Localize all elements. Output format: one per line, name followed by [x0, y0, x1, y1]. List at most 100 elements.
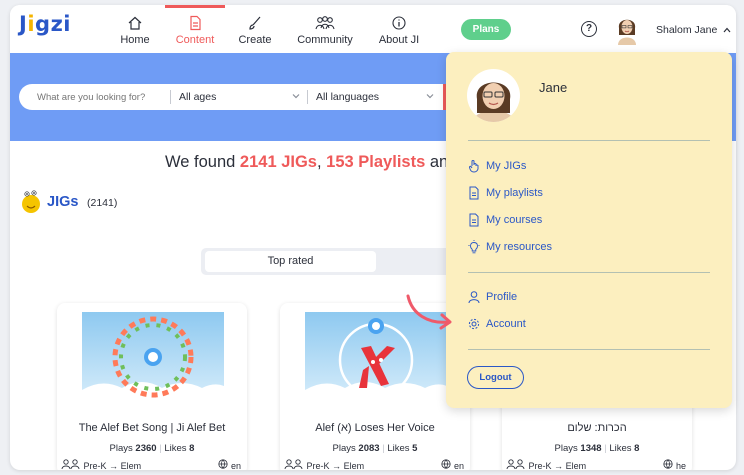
results-summary: We found 2141 JIGs, 153 Playlists an [165, 153, 448, 172]
nav-home-label: Home [120, 34, 150, 46]
card-title[interactable]: הכרות: שלום [502, 422, 692, 434]
card-title[interactable]: Alef (א) Loses Her Voice [280, 422, 470, 434]
card-language: en [218, 459, 241, 470]
age-to: Elem [343, 461, 365, 470]
divider [468, 349, 710, 350]
likes-label: Likes [164, 443, 187, 454]
search-input[interactable] [37, 84, 167, 110]
document-icon [190, 15, 201, 31]
age-range: Pre-K → Elem [506, 459, 586, 470]
age-to: Elem [120, 461, 142, 470]
home-icon [128, 16, 142, 30]
results-prefix: We found [165, 153, 236, 171]
user-dropdown-menu: Jane My JIGs My playlists My courses My … [446, 52, 732, 408]
menu-item-label: My playlists [486, 187, 543, 199]
age-range: Pre-K → Elem [284, 459, 364, 470]
card-stats: Plays 2083 | Likes 5 [332, 443, 418, 454]
username-menu[interactable]: Shalom Jane [656, 24, 731, 36]
top-navbar: Jigzi Home Content Create Community Abou… [10, 5, 736, 53]
results-playlists-count[interactable]: 153 Playlists [326, 153, 425, 171]
menu-item-label: Profile [486, 291, 518, 303]
plays-count: 1348 [580, 443, 602, 454]
search-separator [170, 90, 171, 104]
card-language: en [441, 459, 464, 470]
arrow-right-icon: → [109, 461, 119, 470]
logout-button[interactable]: Logout [467, 366, 524, 389]
kids-icon [284, 459, 303, 470]
document-icon [469, 186, 479, 200]
plays-count: 2360 [135, 443, 157, 454]
age-from: Pre-K [306, 461, 330, 470]
plays-label: Plays [109, 443, 133, 454]
globe-icon [218, 459, 229, 469]
plays-count: 2083 [358, 443, 380, 454]
dropdown-user-name: Jane [539, 80, 568, 95]
lightbulb-icon [468, 240, 480, 254]
likes-count: 8 [189, 443, 195, 454]
search-bar: All ages All languages [19, 84, 461, 110]
chevron-down-icon[interactable] [291, 91, 301, 101]
document-icon [469, 213, 479, 227]
search-separator [307, 90, 308, 104]
nav-create-label: Create [238, 34, 272, 46]
nav-create[interactable]: Create [236, 15, 274, 46]
nav-about[interactable]: About JI [376, 15, 422, 46]
likes-count: 5 [412, 443, 418, 454]
results-jigs-count[interactable]: 2141 JIGs [240, 153, 317, 171]
plays-label: Plays [332, 443, 356, 454]
dropdown-avatar [467, 69, 520, 122]
arrow-right-icon: → [332, 461, 342, 470]
nav-community-label: Community [297, 34, 353, 46]
language-code: en [230, 461, 241, 470]
divider [468, 140, 710, 141]
card-footer: Pre-K → Elem he [502, 459, 692, 470]
nav-community[interactable]: Community [294, 15, 356, 46]
divider [468, 272, 710, 273]
tab-top-rated[interactable]: Top rated [205, 251, 376, 272]
menu-item-label: My courses [486, 214, 543, 226]
kids-icon [61, 459, 80, 470]
jig-card[interactable]: The Alef Bet Song | Ji Alef Bet Plays 23… [57, 303, 247, 470]
likes-label: Likes [609, 443, 632, 454]
language-select[interactable]: All languages [316, 91, 379, 103]
card-title[interactable]: The Alef Bet Song | Ji Alef Bet [57, 422, 247, 434]
globe-icon [441, 459, 452, 469]
kids-icon [506, 459, 525, 470]
menu-item-label: My resources [486, 241, 553, 253]
age-select[interactable]: All ages [179, 91, 216, 103]
person-icon [468, 291, 480, 304]
annotation-arrow-icon [406, 294, 452, 330]
chevron-down-icon[interactable] [425, 91, 435, 101]
likes-label: Likes [387, 443, 410, 454]
nav-about-label: About JI [378, 34, 420, 46]
nav-active-indicator [165, 5, 225, 8]
age-range: Pre-K → Elem [61, 459, 141, 470]
user-avatar[interactable] [614, 13, 640, 45]
plans-button[interactable]: Plans [461, 19, 511, 40]
card-stats: Plays 1348 | Likes 8 [554, 443, 640, 454]
info-icon [392, 16, 406, 30]
help-icon[interactable]: ? [581, 21, 597, 37]
nav-home[interactable]: Home [117, 15, 153, 46]
gear-icon [468, 318, 480, 330]
username-label: Shalom Jane [656, 24, 718, 36]
plays-label: Plays [554, 443, 578, 454]
card-language: he [663, 459, 686, 470]
nav-content[interactable]: Content [171, 15, 219, 46]
language-code: en [453, 461, 464, 470]
language-code: he [675, 461, 686, 470]
people-icon [315, 16, 335, 30]
jig-thumbnail[interactable] [82, 312, 224, 404]
jig-mascot-icon [22, 190, 40, 213]
nav-content-label: Content [175, 34, 215, 46]
age-from: Pre-K [528, 461, 552, 470]
hand-icon [468, 160, 479, 173]
results-comma: , [316, 153, 322, 171]
jigzi-logo[interactable]: Jigzi [19, 12, 71, 36]
brush-icon [249, 16, 261, 30]
sort-tabs: Top rated [201, 248, 461, 275]
globe-icon [663, 459, 674, 469]
chevron-up-icon [723, 27, 731, 33]
card-footer: Pre-K → Elem en [57, 459, 247, 470]
likes-count: 8 [634, 443, 640, 454]
